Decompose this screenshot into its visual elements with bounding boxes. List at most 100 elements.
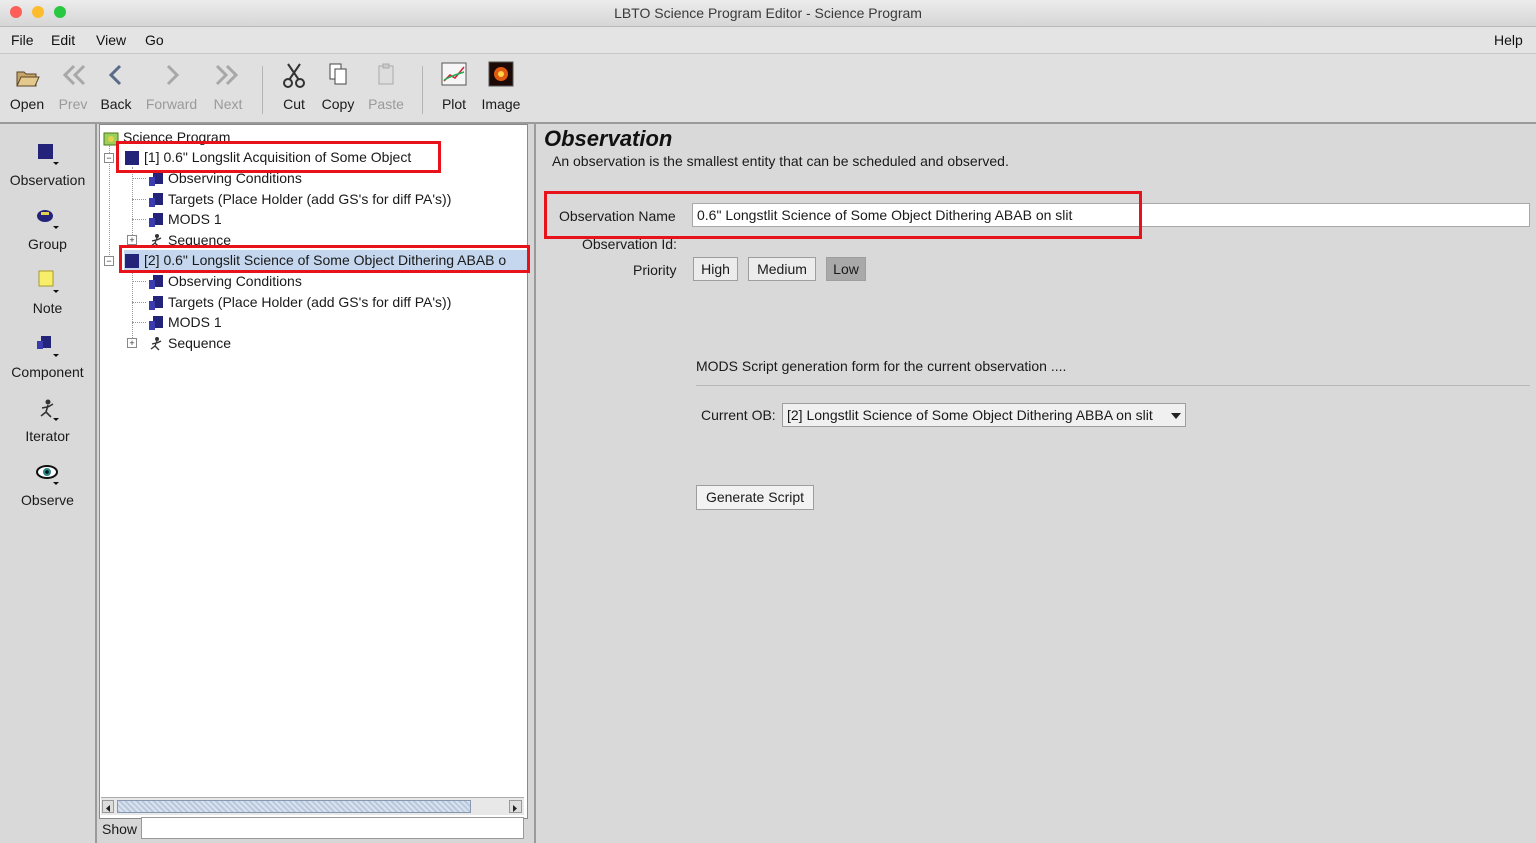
palette-component[interactable]: Component (0, 332, 95, 380)
back-label: Back (100, 96, 132, 112)
tree-connector (132, 302, 146, 303)
tree-connector (132, 178, 146, 179)
highlight-box (119, 245, 530, 273)
paste-label: Paste (368, 96, 404, 112)
page-description: An observation is the smallest entity th… (552, 153, 1009, 169)
component-icon (149, 275, 163, 290)
palette-observe[interactable]: Observe (0, 460, 95, 508)
double-chevron-right-icon (215, 64, 239, 86)
triangle-left-icon (106, 805, 110, 812)
prev-label: Prev (58, 96, 88, 112)
next-button[interactable]: Next (210, 60, 246, 120)
plot-button[interactable]: Plot (438, 60, 470, 120)
image-button[interactable]: Image (480, 60, 522, 120)
scroll-left-arrow[interactable] (102, 800, 114, 813)
cut-label: Cut (283, 96, 305, 112)
tree-connector (132, 219, 146, 220)
toolbar-separator (262, 66, 263, 114)
palette-label: Iterator (25, 428, 70, 444)
show-filter-input[interactable] (141, 817, 524, 839)
component-icon (149, 316, 163, 331)
observation-id-label: Observation Id: (582, 236, 677, 252)
expand-toggle[interactable]: + (127, 235, 137, 245)
tree-item-mods[interactable]: MODS 1 (148, 209, 222, 229)
tree-item-label: Targets (Place Holder (add GS's for diff… (168, 191, 452, 207)
chevron-left-icon (108, 64, 122, 86)
menu-file[interactable]: File (11, 32, 34, 48)
palette-observation[interactable]: Observation (0, 140, 95, 188)
tree-item-label: Sequence (168, 335, 232, 351)
iterator-icon (40, 399, 59, 421)
menu-bar: File Edit View Go Help (0, 27, 1536, 54)
tree-item-label: MODS 1 (168, 211, 222, 227)
menu-edit[interactable]: Edit (51, 32, 75, 48)
program-tree[interactable]: Science Program − [1] 0.6" Longslit Acqu… (99, 124, 528, 819)
menu-view[interactable]: View (96, 32, 126, 48)
open-label: Open (9, 96, 45, 112)
palette-note[interactable]: Note (0, 268, 95, 316)
tree-item-conditions[interactable]: Observing Conditions (148, 271, 302, 291)
current-ob-select[interactable]: [2] Longstlit Science of Some Object Dit… (782, 403, 1186, 427)
palette-label: Group (28, 236, 67, 252)
component-icon (149, 296, 163, 311)
tree-horizontal-scrollbar[interactable] (101, 797, 524, 815)
tree-item-sequence[interactable]: Sequence (148, 333, 231, 353)
current-ob-value: [2] Longstlit Science of Some Object Dit… (787, 407, 1153, 423)
palette-label: Observation (9, 172, 86, 188)
scroll-right-arrow[interactable] (509, 800, 522, 813)
component-icon (149, 213, 163, 228)
palette-iterator[interactable]: Iterator (0, 396, 95, 444)
tree-item-targets[interactable]: Targets (Place Holder (add GS's for diff… (148, 189, 451, 209)
current-ob-label: Current OB: (701, 407, 776, 423)
copy-icon (329, 63, 347, 85)
priority-low-button[interactable]: Low (826, 257, 866, 281)
palette-label: Note (32, 300, 63, 316)
observation-icon (37, 144, 59, 165)
eye-icon (35, 465, 59, 485)
collapse-toggle[interactable]: − (104, 256, 114, 266)
priority-high-button[interactable]: High (693, 257, 738, 281)
highlight-box (116, 141, 441, 173)
image-label: Image (481, 96, 521, 112)
chevron-down-icon (1171, 413, 1181, 419)
plot-icon (441, 62, 467, 86)
folder-open-icon (16, 71, 40, 87)
toolbar: Open Prev Back Forward Next Cut Copy Pas… (0, 54, 1536, 124)
cut-button[interactable]: Cut (278, 60, 310, 120)
show-label: Show (102, 821, 138, 837)
plot-label: Plot (441, 96, 467, 112)
component-palette: Observation Group Note Component Iterato… (0, 124, 97, 843)
collapse-toggle[interactable]: − (104, 153, 114, 163)
tree-item-targets[interactable]: Targets (Place Holder (add GS's for diff… (148, 292, 451, 312)
menu-help[interactable]: Help (1494, 32, 1523, 48)
sequence-icon (150, 337, 162, 351)
chevron-right-icon (166, 64, 179, 86)
scroll-thumb[interactable] (117, 800, 471, 813)
palette-label: Observe (21, 492, 74, 508)
priority-medium-button[interactable]: Medium (748, 257, 816, 281)
back-button[interactable]: Back (98, 60, 134, 120)
open-button[interactable]: Open (6, 60, 48, 120)
menu-go[interactable]: Go (145, 32, 164, 48)
expand-toggle[interactable]: + (127, 338, 137, 348)
tree-item-mods[interactable]: MODS 1 (148, 312, 222, 332)
component-icon (149, 172, 163, 187)
priority-label: Priority (633, 262, 677, 278)
generate-script-button[interactable]: Generate Script (696, 485, 814, 510)
title-bar: LBTO Science Program Editor - Science Pr… (0, 0, 1536, 27)
paste-button[interactable]: Paste (366, 60, 406, 120)
mods-form-title: MODS Script generation form for the curr… (696, 358, 1067, 374)
component-icon (149, 193, 163, 208)
group-icon (36, 210, 59, 229)
highlight-box (544, 191, 1142, 239)
clipboard-icon (378, 63, 394, 85)
copy-button[interactable]: Copy (318, 60, 358, 120)
tree-connector (132, 199, 146, 200)
forward-button[interactable]: Forward (143, 60, 200, 120)
page-title: Observation (544, 126, 673, 151)
tree-connector (132, 281, 146, 282)
note-icon (38, 270, 59, 293)
prev-button[interactable]: Prev (56, 60, 90, 120)
palette-group[interactable]: Group (0, 204, 95, 252)
palette-label: Component (11, 364, 84, 380)
